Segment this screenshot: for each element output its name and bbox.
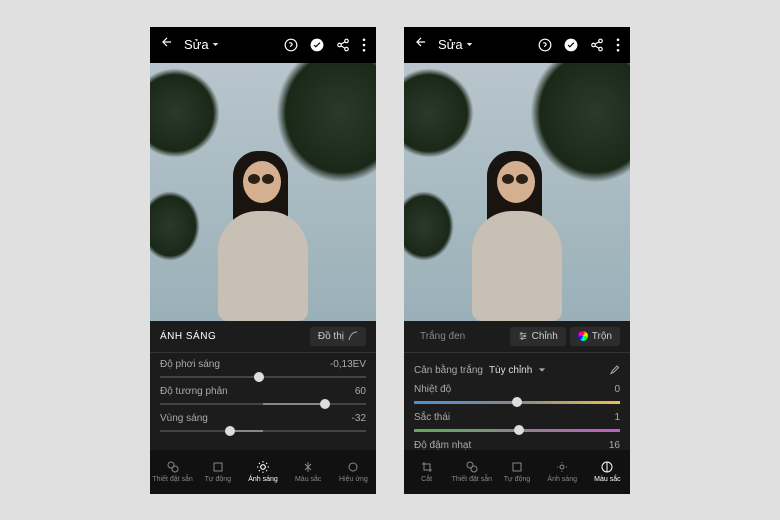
tab-label: Màu sắc [295,476,321,483]
adjust-label: Chỉnh [532,331,558,342]
tab-light[interactable]: Ánh sáng [540,460,585,483]
back-icon[interactable] [160,35,174,54]
photo-preview[interactable] [150,63,376,321]
phone-left: Sửa ÁNH SÁNG Đồ thị [150,27,376,494]
page-title[interactable]: Sửa [184,37,219,52]
bw-button[interactable]: Trắng đen [414,327,471,346]
effects-icon [346,460,360,474]
mix-button[interactable]: Trộn [570,327,620,346]
white-balance-row[interactable]: Cân bằng trắng Tùy chỉnh [414,359,620,384]
tab-crop[interactable]: Cắt [404,460,449,483]
sliders-container: Cân bằng trắng Tùy chỉnh Nhiệt độ 0 Sắc … [404,353,630,450]
slider-value: 16 [609,440,620,450]
curve-button-label: Đồ thị [318,331,344,342]
back-icon[interactable] [414,35,428,54]
light-panel: ÁNH SÁNG Đồ thị Độ phơi sáng -0,13EV Độ … [150,321,376,450]
check-icon[interactable] [564,38,578,52]
phone-right: Sửa Trắng đen Chỉnh [404,27,630,494]
tab-label: Tự động [504,476,530,483]
wb-value: Tùy chỉnh [489,365,532,376]
tab-auto[interactable]: Tự động [195,460,240,483]
curve-button[interactable]: Đồ thị [310,327,366,346]
tab-color[interactable]: Màu sắc [286,460,331,483]
topbar: Sửa [404,27,630,63]
color-panel: Trắng đen Chỉnh Trộn Cân bằng trắng Tùy … [404,321,630,450]
slider-label: Vùng sáng [160,413,208,424]
slider-label: Độ phơi sáng [160,359,220,370]
tab-label: Hiệu ứng [339,476,368,483]
presets-icon [465,460,479,474]
title-text: Sửa [184,37,209,52]
tab-light[interactable]: Ánh sáng [240,460,285,483]
slider-value: -32 [352,413,366,424]
panel-title: ÁNH SÁNG [160,331,216,342]
color-icon [600,460,614,474]
light-icon [555,460,569,474]
slider-value: 0 [614,384,620,395]
tab-presets[interactable]: Thiết đặt sẵn [449,460,494,483]
chevron-down-icon [212,41,219,48]
bottom-tabs: Thiết đặt sẵn Tự động Ánh sáng Màu sắc H… [150,450,376,494]
slider-label: Sắc thái [414,412,450,423]
tab-label: Cắt [421,476,432,483]
tab-effects[interactable]: Hiệu ứng [331,460,376,483]
slider-label: Độ tương phản [160,386,228,397]
tab-label: Ánh sáng [547,476,577,483]
share-icon[interactable] [590,38,604,52]
wb-label: Cân bằng trắng [414,365,483,376]
adjust-button[interactable]: Chỉnh [510,327,566,346]
more-icon[interactable] [616,38,620,52]
eyedropper-icon[interactable] [608,363,620,378]
title-text: Sửa [438,37,463,52]
tab-label: Tự động [205,476,231,483]
color-icon [301,460,315,474]
light-icon [256,460,270,474]
mix-label: Trộn [592,331,612,342]
slider-temperature[interactable]: Nhiệt độ 0 [414,384,620,404]
slider-value: 60 [355,386,366,397]
slider-highlights[interactable]: Vùng sáng -32 [160,413,366,432]
curve-icon [348,331,358,341]
slider-vibrance[interactable]: Độ đậm nhạt 16 [414,440,620,450]
page-title[interactable]: Sửa [438,37,473,52]
slider-tint[interactable]: Sắc thái 1 [414,412,620,432]
share-icon[interactable] [336,38,350,52]
tab-label: Thiết đặt sẵn [452,476,492,483]
sliders-icon [518,331,528,341]
slider-exposure[interactable]: Độ phơi sáng -0,13EV [160,359,366,378]
sliders-container: Độ phơi sáng -0,13EV Độ tương phản 60 Vù… [150,353,376,450]
auto-icon [211,460,225,474]
tab-label: Thiết đặt sẵn [152,476,192,483]
slider-value: 1 [614,412,620,423]
tab-label: Ánh sáng [248,476,278,483]
topbar: Sửa [150,27,376,63]
crop-icon [420,460,434,474]
auto-icon [510,460,524,474]
tab-auto[interactable]: Tự động [494,460,539,483]
slider-value: -0,13EV [330,359,366,370]
more-icon[interactable] [362,38,366,52]
help-icon[interactable] [284,38,298,52]
help-icon[interactable] [538,38,552,52]
chevron-down-icon [538,366,546,374]
color-wheel-icon [578,331,588,341]
tab-color[interactable]: Màu sắc [585,460,630,483]
check-icon[interactable] [310,38,324,52]
tab-presets[interactable]: Thiết đặt sẵn [150,460,195,483]
photo-preview[interactable] [404,63,630,321]
bottom-tabs: Cắt Thiết đặt sẵn Tự động Ánh sáng Màu s… [404,450,630,494]
presets-icon [166,460,180,474]
slider-label: Nhiệt độ [414,384,451,395]
slider-label: Độ đậm nhạt [414,440,471,450]
tab-label: Màu sắc [594,476,620,483]
slider-contrast[interactable]: Độ tương phản 60 [160,386,366,405]
chevron-down-icon [466,41,473,48]
